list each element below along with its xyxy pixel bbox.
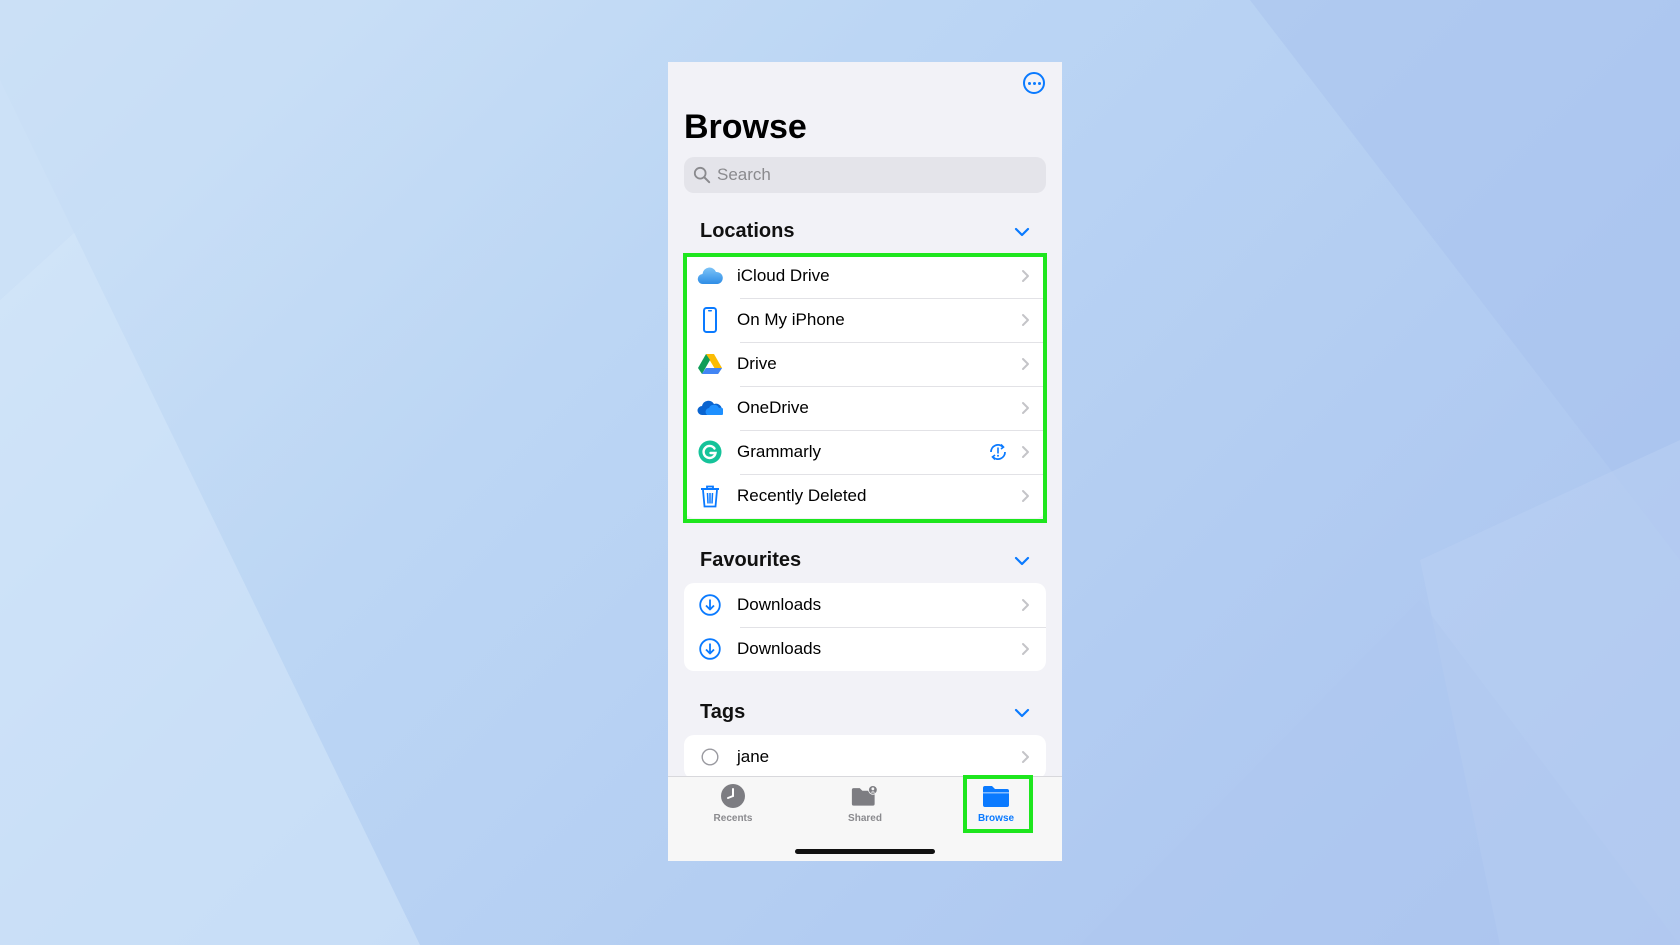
row-label: OneDrive — [737, 398, 809, 417]
row-label: jane — [737, 747, 770, 766]
location-row-icloud-drive[interactable]: iCloud Drive — [684, 254, 1046, 298]
empty-tag-circle-icon — [696, 743, 724, 771]
chevron-down-icon[interactable] — [1014, 227, 1030, 237]
home-indicator[interactable] — [795, 849, 935, 854]
chevron-right-icon — [1022, 402, 1029, 414]
location-row-drive[interactable]: Drive — [684, 342, 1046, 386]
location-row-on-my-iphone[interactable]: On My iPhone — [684, 298, 1046, 342]
tab-shared[interactable]: Shared — [825, 783, 905, 824]
grammarly-icon — [696, 438, 724, 466]
tab-recents[interactable]: Recents — [693, 783, 773, 824]
tags-header[interactable]: Tags — [700, 701, 1030, 724]
location-row-grammarly[interactable]: Grammarly — [684, 430, 1046, 474]
row-label: Downloads — [737, 639, 822, 658]
chevron-right-icon — [1022, 490, 1029, 502]
row-label: On My iPhone — [737, 310, 845, 329]
clock-icon — [721, 784, 745, 808]
tab-label: Shared — [848, 813, 882, 824]
chevron-right-icon — [1022, 643, 1029, 655]
sync-alert-icon[interactable] — [987, 441, 1009, 463]
download-circle-icon — [696, 591, 724, 619]
chevron-right-icon — [1022, 599, 1029, 611]
favourites-list: Downloads Downloads — [684, 583, 1046, 671]
search-icon — [693, 166, 711, 184]
onedrive-icon — [696, 394, 724, 422]
tab-browse[interactable]: Browse — [956, 783, 1036, 824]
row-label: Drive — [737, 354, 777, 373]
tab-label: Browse — [977, 813, 1015, 824]
chevron-right-icon — [1022, 314, 1029, 326]
phone-screen: Browse Search Locations iCloud Drive On … — [668, 62, 1062, 861]
tags-title: Tags — [700, 701, 746, 723]
location-row-recently-deleted[interactable]: Recently Deleted — [684, 474, 1046, 518]
chevron-right-icon — [1022, 358, 1029, 370]
favourite-row-downloads[interactable]: Downloads — [684, 627, 1046, 671]
chevron-down-icon[interactable] — [1014, 556, 1030, 566]
chevron-right-icon — [1022, 446, 1029, 458]
search-input[interactable]: Search — [684, 157, 1046, 193]
chevron-right-icon — [1022, 270, 1029, 282]
icloud-icon — [696, 262, 724, 290]
tab-label: Recents — [713, 813, 753, 824]
folder-icon — [983, 786, 1009, 807]
row-label: Recently Deleted — [737, 486, 867, 505]
tag-row-jane[interactable]: jane — [684, 735, 1046, 779]
favourite-row-downloads[interactable]: Downloads — [684, 583, 1046, 627]
row-label: Downloads — [737, 595, 822, 614]
search-placeholder: Search — [717, 165, 771, 184]
favourites-title: Favourites — [700, 549, 802, 571]
favourites-header[interactable]: Favourites — [700, 549, 1030, 572]
iphone-icon — [696, 306, 724, 334]
location-row-onedrive[interactable]: OneDrive — [684, 386, 1046, 430]
download-circle-icon — [696, 635, 724, 663]
row-label: Grammarly — [737, 442, 822, 461]
google-drive-icon — [696, 350, 724, 378]
chevron-down-icon[interactable] — [1014, 708, 1030, 718]
chevron-right-icon — [1022, 751, 1029, 763]
shared-folder-icon — [851, 785, 878, 806]
ellipsis-circle-icon[interactable] — [1023, 72, 1045, 94]
locations-list: iCloud Drive On My iPhone Drive OneDrive — [684, 254, 1046, 518]
row-label: iCloud Drive — [737, 266, 830, 285]
locations-header[interactable]: Locations — [700, 220, 1030, 243]
trash-icon — [696, 482, 724, 510]
tags-list: jane — [684, 735, 1046, 779]
page-title: Browse — [684, 108, 807, 146]
locations-title: Locations — [700, 220, 795, 242]
